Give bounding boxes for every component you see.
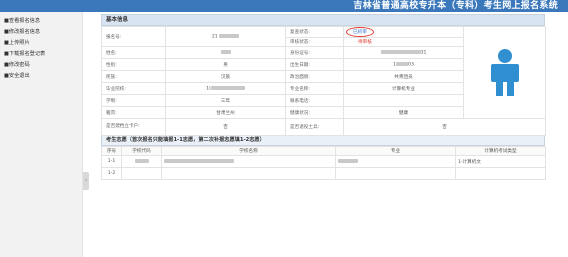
school-name	[161, 167, 336, 180]
sidebar: ■查看报名信息 ■修改报名信息 ■上传照片 ■下载报名登记表 ■修改密码 ■安全…	[0, 12, 83, 257]
column-header: 学校名称	[161, 146, 336, 156]
duration-value: 三年	[165, 94, 286, 107]
person-silhouette-icon	[490, 48, 519, 96]
phone-value	[343, 94, 464, 107]
sidebar-item-logout[interactable]: ■安全退出	[0, 70, 82, 81]
reg-no-value: 21	[165, 26, 286, 47]
sidebar-item-label: ■安全退出	[4, 73, 30, 79]
sidebar-item-upload-photo[interactable]: ■上传照片	[0, 37, 82, 48]
school-code	[121, 167, 162, 180]
sidebar-item-download-form[interactable]: ■下载报名登记表	[0, 48, 82, 59]
review-status-label: 复查状态:	[285, 26, 344, 38]
sidebar-item-view-info[interactable]: ■查看报名信息	[0, 15, 82, 26]
main-content: 基本信息 报名号: 21 复查状态: 已初审 审核状态: 待审核 姓名: 身份证…	[101, 14, 546, 180]
choices-header: 考生志愿（首次报名只能填报1-1志愿，第二次补报志愿填1-2志愿）	[101, 136, 545, 146]
choices-table: 序号 学校代码 学校名称 专业 计算机考试类型 1-1 1-计算机文 1-2	[101, 146, 546, 180]
birth-label: 出生日期:	[285, 58, 344, 71]
table-row: 报名号: 21 复查状态: 已初审	[101, 26, 546, 119]
table-header-row: 序号 学校代码 学校名称 专业 计算机考试类型	[101, 146, 546, 156]
school-code	[121, 155, 162, 168]
basic-info-header: 基本信息	[101, 14, 545, 26]
choice-major	[335, 155, 456, 168]
exam-type: 1-计算机文	[455, 155, 546, 168]
id-value: 31	[343, 46, 464, 59]
sidebar-item-label: ■查看报名信息	[4, 18, 41, 24]
gender-label: 性别:	[101, 58, 166, 71]
gender-value: 男	[165, 58, 286, 71]
audit-status-label: 审核状态:	[285, 37, 344, 47]
major-label: 专业名称:	[285, 82, 344, 95]
school-name	[161, 155, 336, 168]
choice-major	[335, 167, 456, 180]
phone-label: 联系电话:	[285, 94, 344, 107]
sidebar-item-edit-info[interactable]: ■修改报名信息	[0, 26, 82, 37]
hukou-label: 籍贯:	[101, 106, 166, 119]
choice-seq: 1-1	[101, 155, 122, 168]
sidebar-item-change-password[interactable]: ■修改密码	[0, 59, 82, 70]
ethnicity-value: 汉族	[165, 70, 286, 83]
school-value: 1(	[165, 82, 286, 95]
choice-seq: 1-2	[101, 167, 122, 180]
name-value	[165, 46, 286, 59]
political-value: 共青团员	[343, 70, 464, 83]
duration-label: 学制:	[101, 94, 166, 107]
photo-cell	[463, 26, 546, 119]
column-header: 序号	[101, 146, 122, 156]
sidebar-item-label: ■上传照片	[4, 40, 30, 46]
table-row: 是否建档立卡户: 否 是否退役士兵: 否	[101, 118, 546, 136]
exam-type	[455, 167, 546, 180]
retired-value: 否	[343, 118, 546, 136]
political-label: 政治面貌:	[285, 70, 344, 83]
health-label: 健康状况:	[285, 106, 344, 119]
sidebar-item-label: ■下载报名登记表	[4, 51, 46, 57]
column-header: 学校代码	[121, 146, 162, 156]
table-row: 1-2	[101, 167, 546, 180]
school-label: 毕业院校:	[101, 82, 166, 95]
retired-label: 是否退役士兵:	[285, 118, 344, 136]
health-value: 健康	[343, 106, 464, 119]
system-title: 吉林省普通高校专升本（专科）考生网上报名系统	[353, 1, 558, 11]
table-row: 1-1 1-计算机文	[101, 155, 546, 168]
name-label: 姓名:	[101, 46, 166, 59]
sidebar-item-label: ■修改密码	[4, 62, 30, 68]
poverty-value: 否	[165, 118, 286, 136]
hukou-value: 甘肃兰州	[165, 106, 286, 119]
reg-no-label: 报名号:	[101, 26, 166, 47]
ethnicity-label: 民族:	[101, 70, 166, 83]
review-status-value: 已初审	[343, 26, 464, 38]
birth-value: 1 03	[343, 58, 464, 71]
column-header: 专业	[335, 146, 456, 156]
sidebar-collapse-toggle[interactable]: ‹	[83, 172, 89, 190]
chevron-left-icon: ‹	[84, 177, 88, 184]
basic-info-table: 报名号: 21 复查状态: 已初审 审核状态: 待审核 姓名: 身份证号: 31	[101, 26, 546, 136]
major-value: 计算机专业	[343, 82, 464, 95]
audit-status-value: 待审核	[343, 37, 464, 47]
sidebar-item-label: ■修改报名信息	[4, 29, 41, 35]
column-header: 计算机考试类型	[455, 146, 546, 156]
poverty-label: 是否建档立卡户:	[101, 118, 166, 136]
id-label: 身份证号:	[285, 46, 344, 59]
top-header-bar: 吉林省普通高校专升本（专科）考生网上报名系统	[0, 0, 568, 12]
